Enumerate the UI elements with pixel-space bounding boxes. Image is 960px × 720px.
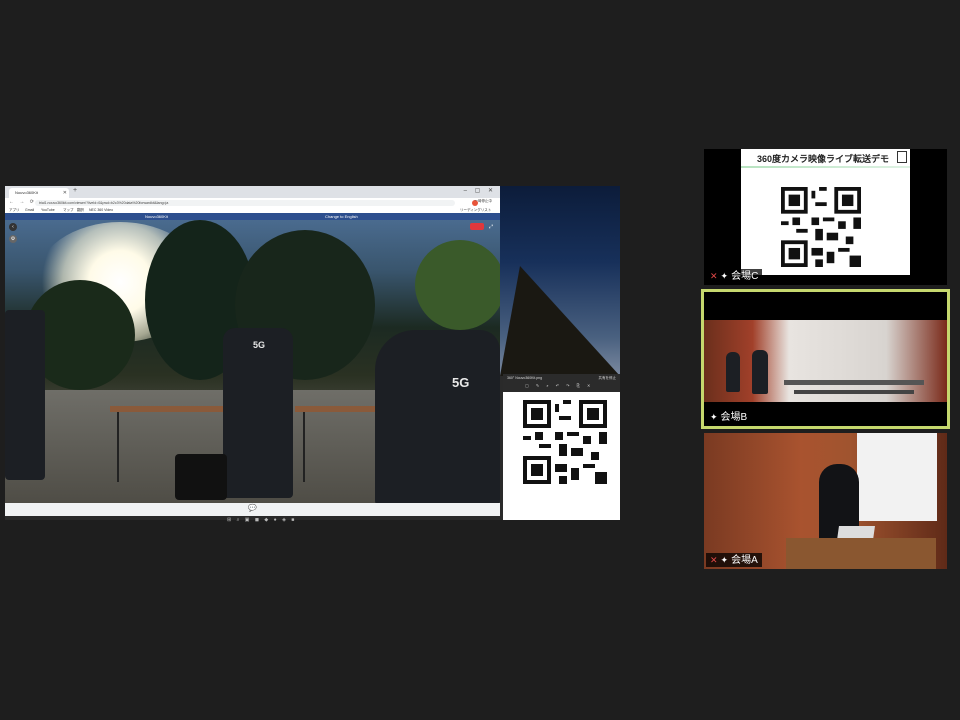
shared-screen: Nouvo360Kit ✕ + – ▢ ✕ ← → ⟳ trial1.nouvo…	[5, 186, 620, 523]
table-leg	[303, 412, 305, 482]
participant-name-label: ✦ 会場B	[706, 410, 752, 424]
window-controls[interactable]: – ▢ ✕	[464, 187, 496, 194]
mic-muted-icon: ✕	[710, 271, 718, 281]
taskbar-icons[interactable]: ⊞ ⌕ ▣ ◼ ◆ ● ◈ ■	[227, 517, 296, 523]
pin-icon: ✦	[720, 555, 729, 565]
chat-bubble-icon[interactable]: 💬	[248, 504, 257, 512]
participant-tile-c[interactable]: 360度カメラ映像ライブ転送デモ ✕ ✦ 会場C	[704, 149, 947, 285]
pin-icon: ✦	[710, 412, 718, 422]
logo-icon	[897, 151, 907, 163]
browser-window: Nouvo360Kit ✕ + – ▢ ✕ ← → ⟳ trial1.nouvo…	[5, 186, 500, 516]
annotation-tools-icon[interactable]: ▢ ✎ ⌕ ↶ ↷ ⎘ ✕	[525, 383, 593, 388]
desk-row	[784, 380, 924, 385]
pin-icon: ✦	[720, 271, 729, 281]
conference-room	[704, 320, 947, 402]
close-icon[interactable]: ✕	[63, 188, 67, 198]
back-icon[interactable]: ‹	[9, 223, 17, 231]
slide-window-title: 360° Nouvo360Kit.png	[507, 376, 543, 380]
tab-title: Nouvo360Kit	[15, 190, 38, 195]
settings-icon[interactable]: ⚙	[9, 235, 17, 243]
participant-name: 会場B	[720, 412, 748, 423]
nav-arrows-icon[interactable]: ← → ⟳	[9, 199, 36, 205]
tree	[415, 240, 500, 330]
site-header: Nouvo360Kit Change to English	[5, 213, 500, 220]
address-bar: ← → ⟳ trial1.nouvo360kit.com/viewer/?liv…	[5, 198, 500, 207]
shared-slide: 360度カメラ映像ライブ転送デモ	[741, 149, 910, 275]
browser-tab-bar: Nouvo360Kit ✕ + – ▢ ✕	[5, 186, 500, 198]
participant-tile-a[interactable]: ✕ ✦ 会場A	[704, 433, 947, 569]
slide-title: 360度カメラ映像ライブ転送デモ	[757, 154, 890, 164]
qr-code	[523, 400, 607, 484]
person-sitting	[375, 330, 500, 503]
participant-name: 会場A	[731, 555, 758, 566]
slide-viewer: 360° Nouvo360Kit.png 共有を停止 ▢ ✎ ⌕ ↶ ↷ ⎘ ✕	[503, 374, 620, 520]
stop-share-button[interactable]: 共有を停止	[599, 376, 617, 381]
live-badge	[470, 223, 484, 230]
participant-tile-b[interactable]: ✦ 会場B	[701, 289, 950, 429]
table-leg	[117, 412, 119, 482]
lecture-hall	[704, 433, 947, 569]
bag	[175, 454, 227, 500]
url-field[interactable]: trial1.nouvo360kit.com/viewer/?liveId=0&…	[35, 199, 455, 206]
person-left	[5, 310, 45, 480]
mic-muted-icon: ✕	[710, 555, 718, 565]
site-title: Nouvo360Kit	[145, 214, 168, 219]
slide-toolbar: 360° Nouvo360Kit.png 共有を停止 ▢ ✎ ⌕ ↶ ↷ ⎘ ✕	[503, 374, 620, 392]
participant-name-label: ✕ ✦ 会場C	[706, 269, 763, 283]
participant-name: 会場C	[731, 271, 759, 282]
language-link[interactable]: Change to English	[325, 213, 358, 220]
jacket-logo: 5G	[253, 340, 266, 350]
background-photo	[500, 186, 620, 376]
profile-status[interactable]: 一時停止中	[475, 199, 493, 204]
podium	[786, 538, 936, 569]
qr-code	[781, 187, 861, 267]
desk-row	[794, 390, 914, 394]
slide-divider	[741, 166, 910, 168]
fullscreen-icon[interactable]: ⤢	[487, 223, 495, 231]
browser-tab[interactable]: Nouvo360Kit ✕	[9, 188, 69, 198]
participant-name-label: ✕ ✦ 会場A	[706, 553, 762, 567]
360-video-view[interactable]: 5G 5G ‹ ⚙ ⤢	[5, 220, 500, 503]
jacket-logo: 5G	[452, 375, 470, 390]
new-tab-icon[interactable]: +	[73, 187, 77, 194]
table	[110, 406, 240, 412]
person-standing	[223, 328, 293, 498]
person	[726, 352, 740, 392]
person	[752, 350, 768, 394]
projection-screen	[857, 433, 937, 521]
pyramid-silhouette	[500, 266, 620, 376]
